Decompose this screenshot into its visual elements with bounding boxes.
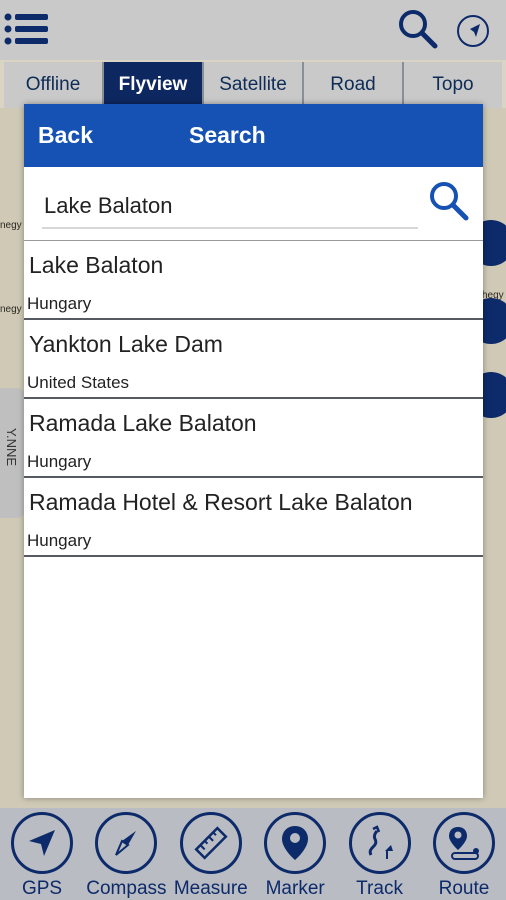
compass-icon[interactable] (456, 14, 490, 48)
search-icon (430, 181, 469, 220)
search-result-item[interactable]: Lake Balaton Hungary (24, 241, 483, 320)
marker-label: Marker (265, 878, 325, 899)
measure-button[interactable]: Measure (169, 808, 253, 900)
dialog-header: Back Search (24, 104, 483, 167)
result-country: Hungary (27, 531, 92, 550)
measure-label: Measure (173, 878, 248, 899)
compass-button[interactable]: Compass (84, 808, 168, 900)
result-country: Hungary (27, 452, 92, 471)
result-name: Ramada Hotel & Resort Lake Balaton (29, 489, 413, 515)
top-bar (0, 0, 506, 60)
tab-satellite[interactable]: Satellite (204, 62, 304, 108)
result-name: Ramada Lake Balaton (29, 410, 257, 436)
search-icon[interactable] (397, 8, 439, 50)
map-type-tabs: Offline Flyview Satellite Road Topo (4, 62, 502, 108)
gps-label: GPS (21, 878, 63, 899)
compass-label: Compass (86, 878, 167, 899)
track-button[interactable]: Track (338, 808, 422, 900)
dialog-title: Search (189, 122, 266, 148)
tab-offline[interactable]: Offline (4, 62, 104, 108)
route-label: Route (438, 878, 490, 899)
tab-topo[interactable]: Topo (404, 62, 502, 108)
side-panel-handle[interactable]: Y.NNE (0, 388, 26, 518)
result-name: Yankton Lake Dam (29, 331, 223, 357)
track-icon (368, 825, 393, 859)
gps-button[interactable]: GPS (0, 808, 84, 900)
search-result-item[interactable]: Ramada Lake Balaton Hungary (24, 399, 483, 478)
result-name: Lake Balaton (29, 252, 164, 278)
map-label: negy (0, 304, 22, 315)
map-pin-icon (282, 826, 309, 860)
route-button[interactable]: Route (422, 808, 506, 900)
menu-icon[interactable] (4, 12, 48, 46)
tab-road[interactable]: Road (304, 62, 404, 108)
map-label: negy (0, 220, 22, 231)
search-result-item[interactable]: Yankton Lake Dam United States (24, 320, 483, 399)
bottom-toolbar: GPS Compass Measure Marker Track Route (0, 808, 506, 900)
back-button[interactable]: Back (24, 122, 184, 149)
search-button[interactable] (426, 179, 472, 225)
search-dialog: Back Search Lake Balaton Hungary Yankton… (24, 104, 483, 798)
search-result-item[interactable]: Ramada Hotel & Resort Lake Balaton Hunga… (24, 478, 483, 557)
side-handle-label: Y.NNE (4, 428, 19, 467)
search-input[interactable] (42, 185, 418, 229)
track-label: Track (356, 878, 403, 899)
result-country: Hungary (27, 294, 92, 313)
tab-flyview[interactable]: Flyview (104, 62, 204, 108)
result-country: United States (27, 373, 130, 392)
ruler-icon (194, 826, 228, 860)
navigation-arrow-icon (29, 830, 55, 856)
search-row (24, 167, 483, 241)
compass-icon (115, 831, 137, 856)
route-icon (448, 827, 479, 860)
marker-button[interactable]: Marker (253, 808, 337, 900)
